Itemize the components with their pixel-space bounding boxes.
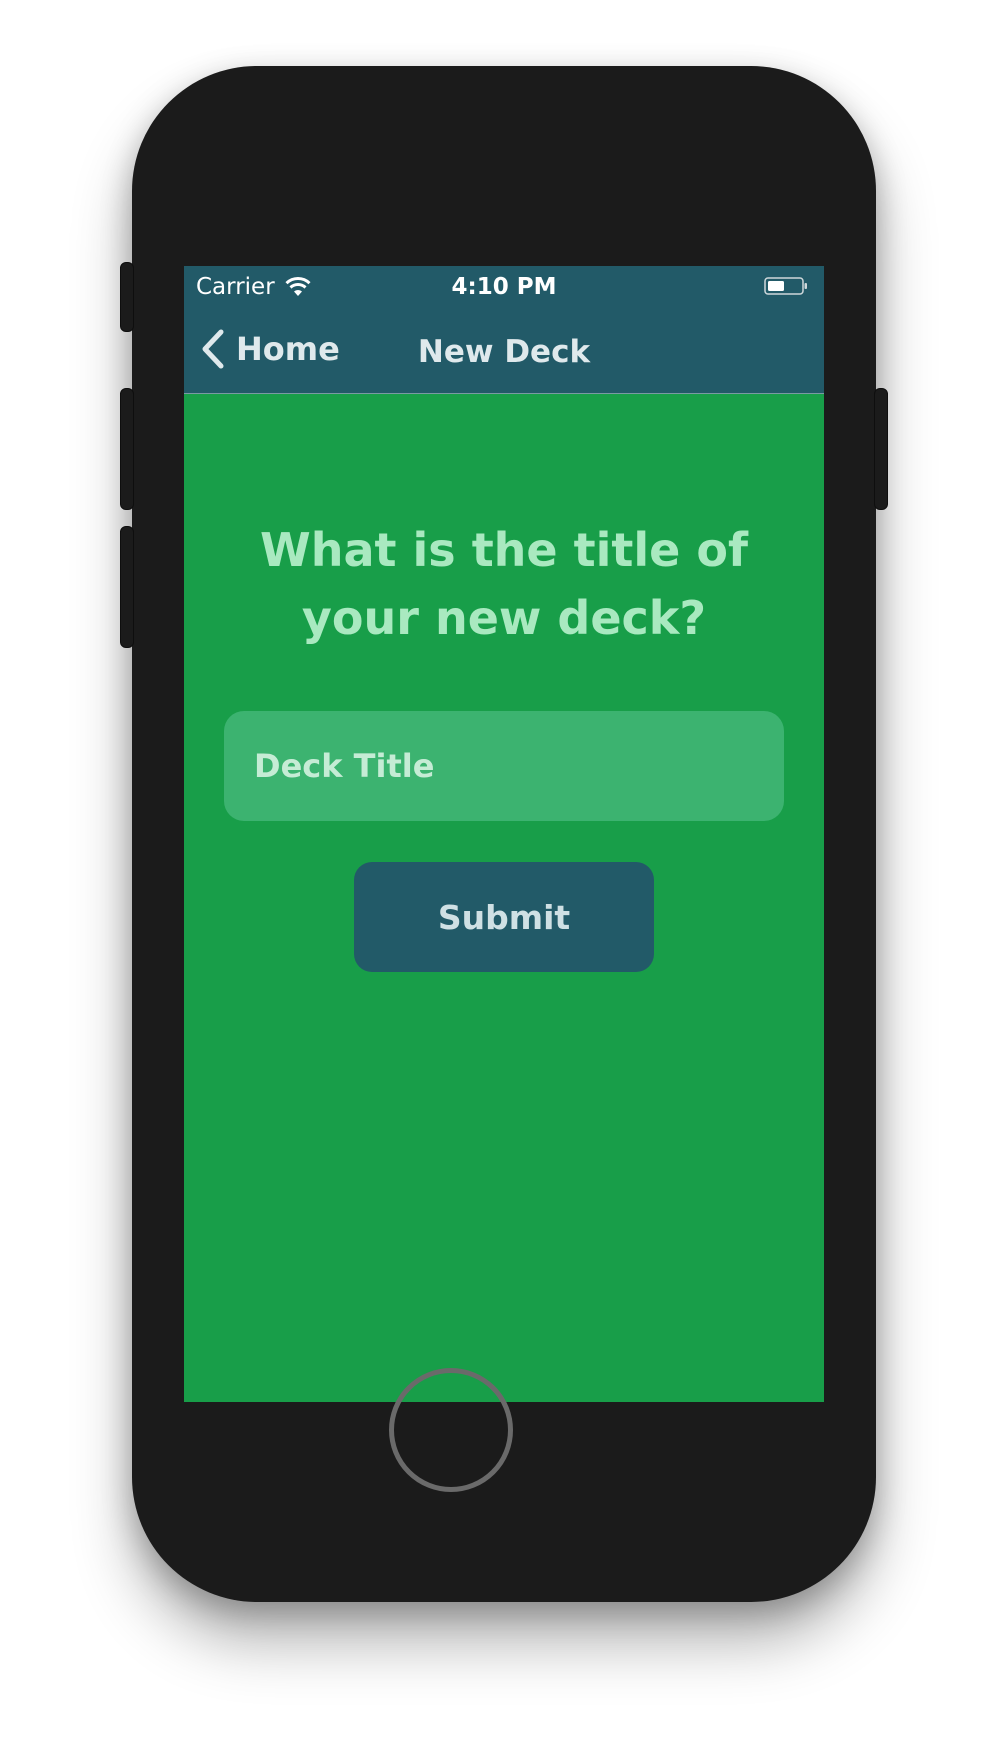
volume-up-button (120, 388, 134, 510)
phone-frame: Carrier 4:10 PM Home New Deck What is th… (120, 66, 888, 1602)
power-button (874, 388, 888, 510)
header: Carrier 4:10 PM Home New Deck (184, 266, 824, 394)
status-bar: Carrier 4:10 PM (184, 266, 824, 308)
volume-down-button (120, 526, 134, 648)
home-button[interactable] (389, 1368, 513, 1492)
battery-icon (764, 277, 807, 295)
page-title: New Deck (417, 334, 591, 370)
status-time: 4:10 PM (451, 274, 557, 300)
question-heading: What is the title of your new deck? (260, 523, 748, 645)
submit-button[interactable]: Submit (354, 862, 654, 972)
mute-switch (120, 262, 134, 332)
deck-title-input[interactable] (224, 711, 784, 821)
navigation-bar: Home New Deck (184, 308, 824, 393)
screen: Carrier 4:10 PM Home New Deck What is th… (184, 266, 824, 1402)
